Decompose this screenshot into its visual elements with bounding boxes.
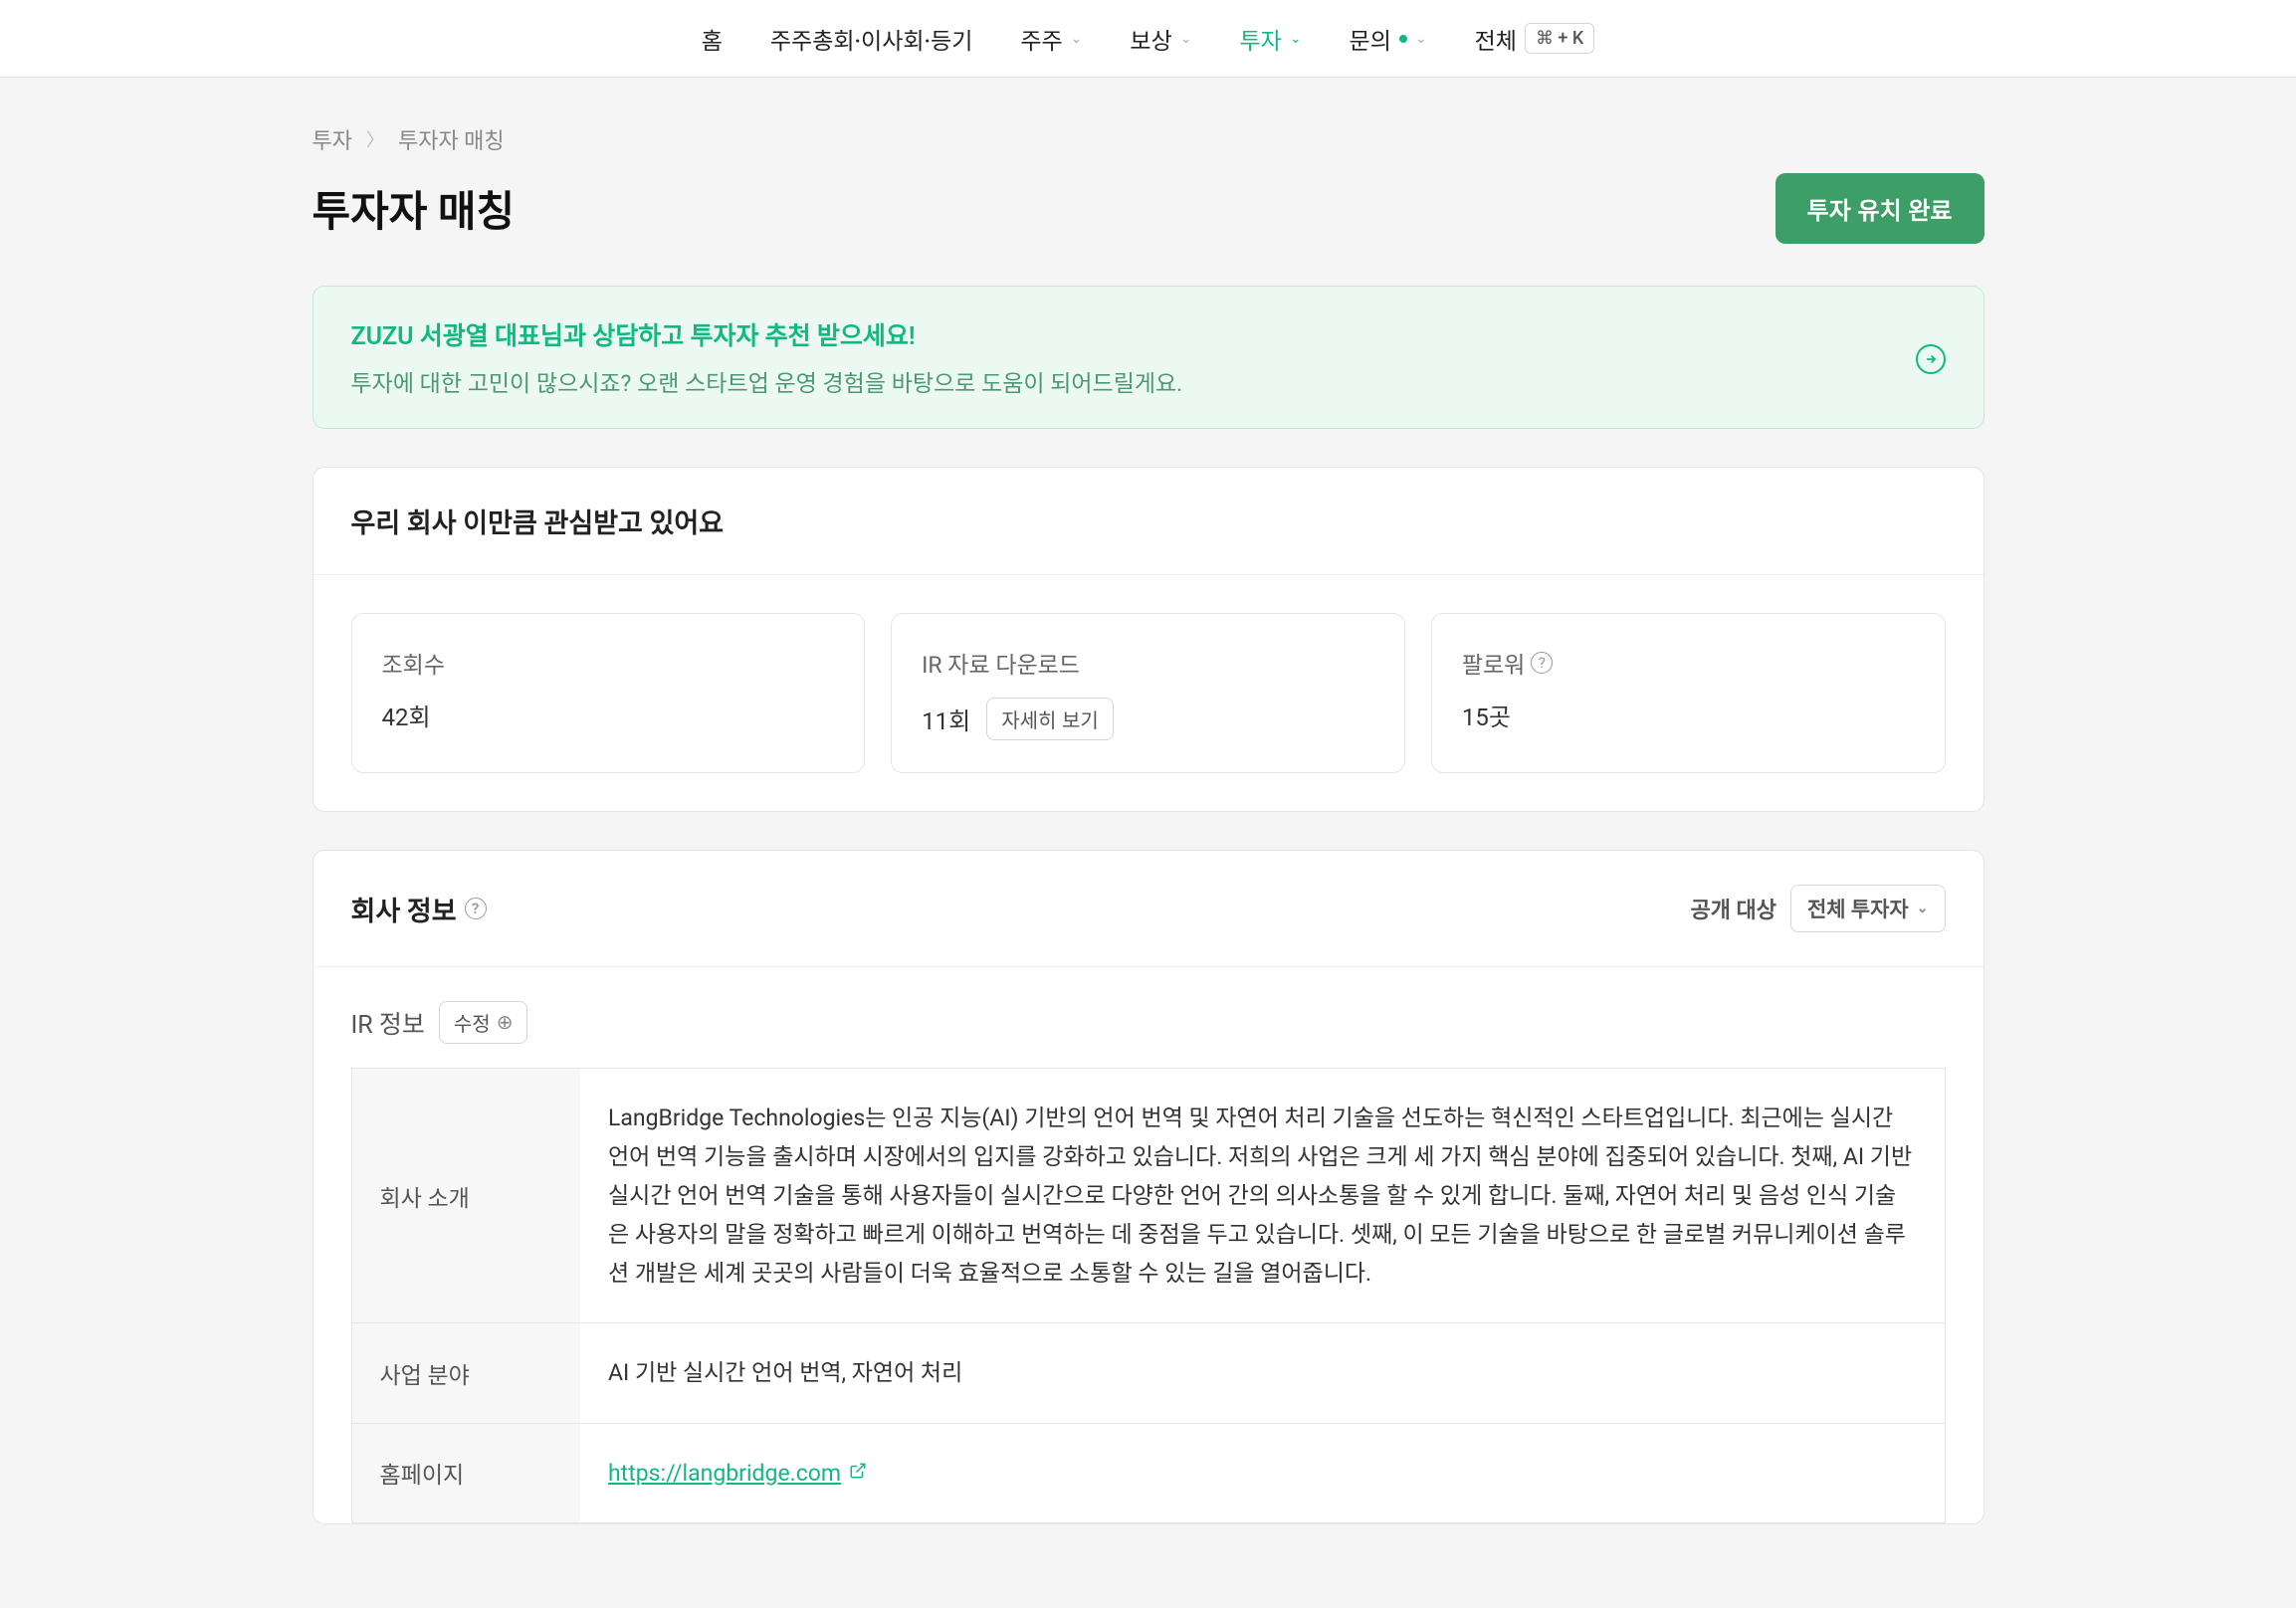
- stat-downloads: IR 자료 다운로드 11회 자세히 보기: [891, 613, 1405, 773]
- complete-funding-button[interactable]: 투자 유치 완료: [1775, 173, 1984, 244]
- chevron-down-icon: ⌄: [1180, 31, 1192, 47]
- stat-value: 11회: [922, 702, 970, 736]
- visibility-value: 전체 투자자: [1807, 894, 1909, 923]
- stat-followers: 팔로워 ? 15곳: [1431, 613, 1946, 773]
- banner-title: ZUZU 서광열 대표님과 상담하고 투자자 추천 받으세요!: [351, 316, 1183, 352]
- nav-label: 주주: [1020, 22, 1062, 56]
- chevron-right-icon: 〉: [366, 126, 384, 152]
- table-row: 회사 소개 LangBridge Technologies는 인공 지능(AI)…: [351, 1069, 1945, 1323]
- stat-value: 15곳: [1462, 698, 1511, 732]
- nav-label: 전체: [1475, 22, 1517, 56]
- stat-value: 42회: [382, 698, 431, 732]
- chevron-down-icon: ⌄: [1415, 31, 1427, 47]
- breadcrumb-item[interactable]: 투자: [313, 123, 352, 155]
- nav-label: 주주총회·이사회·등기: [770, 22, 972, 56]
- company-info-table: 회사 소개 LangBridge Technologies는 인공 지능(AI)…: [351, 1068, 1946, 1523]
- nav-label: 홈: [702, 22, 723, 56]
- link-text: https://langbridge.com: [608, 1454, 841, 1493]
- nav-investment[interactable]: 투자 ⌄: [1239, 22, 1301, 56]
- nav-compensation[interactable]: 보상 ⌄: [1130, 22, 1191, 56]
- row-label: 홈페이지: [351, 1423, 580, 1522]
- edit-button[interactable]: 수정 ⊕: [439, 1001, 528, 1044]
- help-icon[interactable]: ?: [465, 898, 487, 919]
- chevron-down-icon: ⌄: [1290, 31, 1302, 47]
- nav-shareholders[interactable]: 주주 ⌄: [1020, 22, 1082, 56]
- arrow-right-circle-icon: [1916, 340, 1946, 374]
- edit-icon: ⊕: [497, 1010, 514, 1035]
- edit-button-label: 수정: [454, 1008, 491, 1037]
- notification-dot-icon: [1399, 35, 1407, 43]
- nav-home[interactable]: 홈: [702, 22, 723, 56]
- consultation-banner[interactable]: ZUZU 서광열 대표님과 상담하고 투자자 추천 받으세요! 투자에 대한 고…: [313, 286, 1984, 429]
- row-label: 회사 소개: [351, 1069, 580, 1323]
- top-nav: 홈 주주총회·이사회·등기 주주 ⌄ 보상 ⌄ 투자 ⌄ 문의 ⌄ 전체 ⌘ +…: [0, 0, 2296, 78]
- visibility-label: 공개 대상: [1691, 893, 1776, 924]
- nav-label: 투자: [1239, 22, 1281, 56]
- interest-card: 우리 회사 이만큼 관심받고 있어요 조회수 42회 IR 자료 다운로드 11…: [313, 467, 1984, 812]
- keyboard-shortcut: ⌘ + K: [1525, 23, 1594, 54]
- row-value: LangBridge Technologies는 인공 지능(AI) 기반의 언…: [580, 1069, 1945, 1323]
- nav-all[interactable]: 전체 ⌘ + K: [1475, 22, 1595, 56]
- chevron-down-icon: ⌄: [1071, 31, 1083, 47]
- homepage-link[interactable]: https://langbridge.com: [608, 1454, 867, 1493]
- ir-section-title: IR 정보: [351, 1005, 425, 1041]
- nav-label: 문의: [1350, 22, 1391, 56]
- help-icon[interactable]: ?: [1531, 652, 1553, 674]
- stat-label: 조회수: [382, 646, 835, 680]
- external-link-icon: [849, 1456, 867, 1490]
- detail-button[interactable]: 자세히 보기: [986, 698, 1114, 740]
- table-row: 사업 분야 AI 기반 실시간 언어 번역, 자연어 처리: [351, 1323, 1945, 1423]
- breadcrumb-item[interactable]: 투자자 매칭: [398, 123, 505, 155]
- interest-card-title: 우리 회사 이만큼 관심받고 있어요: [313, 468, 1983, 575]
- nav-label: 보상: [1130, 22, 1171, 56]
- stat-label: IR 자료 다운로드: [922, 646, 1374, 680]
- chevron-down-icon: ⌄: [1917, 901, 1929, 916]
- stat-label: 팔로워: [1462, 646, 1525, 680]
- page-title: 투자자 매칭: [313, 178, 516, 239]
- company-info-card: 회사 정보 ? 공개 대상 전체 투자자 ⌄ IR 정보 수정 ⊕: [313, 850, 1984, 1524]
- table-row: 홈페이지 https://langbridge.com: [351, 1423, 1945, 1522]
- company-info-title: 회사 정보: [351, 890, 457, 928]
- row-value: AI 기반 실시간 언어 번역, 자연어 처리: [580, 1323, 1945, 1423]
- nav-inquiry[interactable]: 문의 ⌄: [1350, 22, 1427, 56]
- breadcrumb: 투자 〉 투자자 매칭: [313, 123, 1984, 155]
- nav-meetings[interactable]: 주주총회·이사회·등기: [770, 22, 972, 56]
- row-label: 사업 분야: [351, 1323, 580, 1423]
- banner-subtitle: 투자에 대한 고민이 많으시죠? 오랜 스타트업 운영 경험을 바탕으로 도움이…: [351, 364, 1183, 398]
- stat-views: 조회수 42회: [351, 613, 866, 773]
- visibility-select[interactable]: 전체 투자자 ⌄: [1790, 885, 1946, 932]
